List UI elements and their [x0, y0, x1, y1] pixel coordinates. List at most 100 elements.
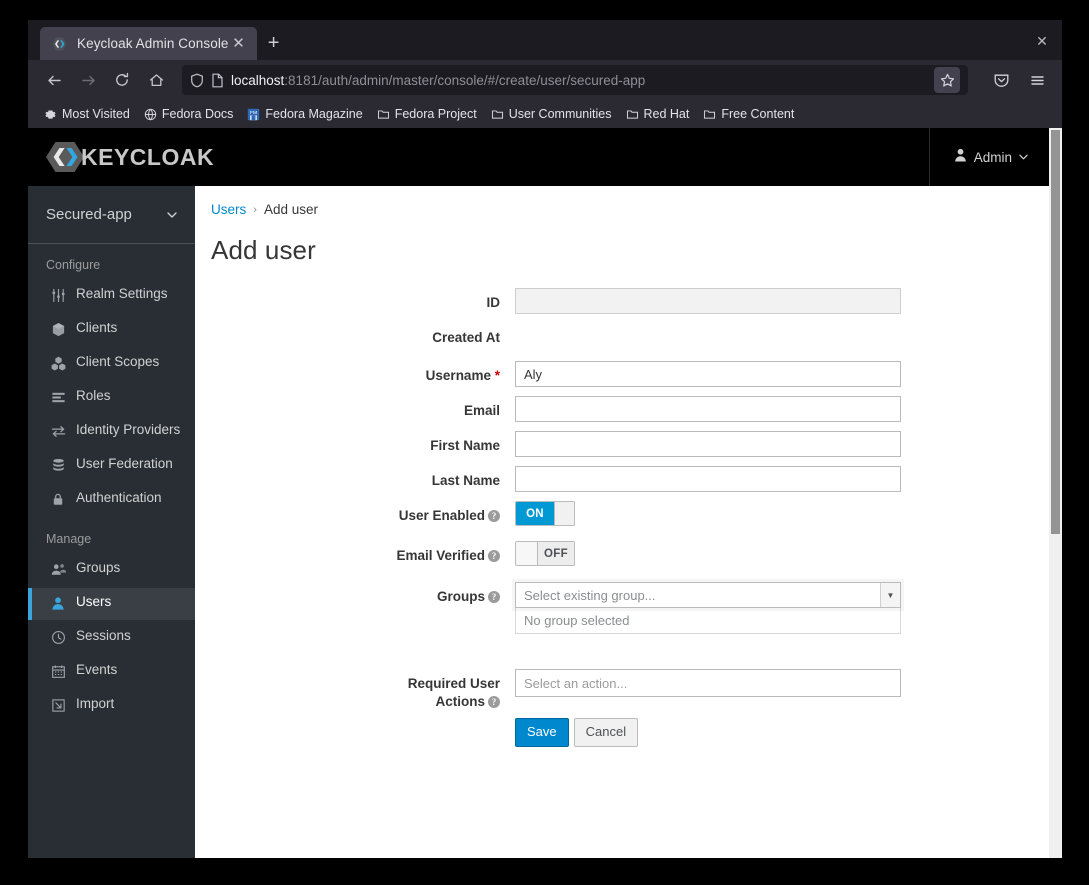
- url-path: :8181/auth/admin/master/console/#/create…: [284, 72, 646, 88]
- sidebar-item-label: Sessions: [76, 628, 131, 643]
- sidebar-section-manage: Manage: [46, 532, 92, 546]
- save-button[interactable]: Save: [515, 718, 569, 747]
- cancel-button[interactable]: Cancel: [573, 718, 639, 747]
- account-menu[interactable]: Admin: [928, 128, 1028, 186]
- globe-icon: [144, 108, 157, 121]
- toggle-knob: [554, 502, 574, 526]
- created-at-value: [515, 323, 901, 345]
- chevron-down-icon: [167, 209, 177, 221]
- breadcrumb: Users › Add user: [195, 186, 1062, 217]
- sidebar-item-label: Users: [76, 594, 112, 609]
- user-enabled-toggle[interactable]: ON: [515, 501, 575, 527]
- keycloak-logo[interactable]: KEYCLOAK: [46, 140, 214, 174]
- bookmark-fedora-docs[interactable]: Fedora Docs: [138, 104, 240, 124]
- bookmark-label: Fedora Magazine: [265, 107, 363, 121]
- forward-icon[interactable]: [72, 65, 104, 95]
- sidebar-item-label: Authentication: [76, 490, 162, 505]
- form-row-created-at: Created At: [195, 323, 1062, 347]
- last-name-field[interactable]: [515, 466, 901, 493]
- browser-tab[interactable]: Keycloak Admin Console ✕: [40, 27, 257, 60]
- breadcrumb-users-link[interactable]: Users: [211, 202, 246, 217]
- add-user-form: ID Created At Username * Aly Email First…: [195, 266, 1062, 747]
- username-field[interactable]: [515, 361, 901, 388]
- groups-select[interactable]: Select existing group... ▼: [515, 582, 901, 609]
- sidebar-item-clients[interactable]: Clients: [28, 314, 195, 346]
- keycloak-favicon-icon: [52, 36, 68, 52]
- id-field[interactable]: [515, 288, 901, 314]
- bookmark-fedora-magazine[interactable]: FM Fedora Magazine: [241, 104, 368, 124]
- id-label: ID: [486, 295, 501, 310]
- email-label: Email: [463, 403, 500, 419]
- folder-icon: [626, 108, 639, 121]
- sidebar-item-realm-settings[interactable]: Realm Settings: [28, 280, 195, 312]
- home-icon[interactable]: [140, 65, 172, 95]
- realm-selector[interactable]: Secured-app: [28, 186, 195, 244]
- bookmark-free-content[interactable]: Free Content: [697, 104, 800, 124]
- sidebar-item-sessions[interactable]: Sessions: [28, 622, 195, 654]
- sidebar-item-users[interactable]: Users: [28, 588, 195, 620]
- groups-empty-message: No group selected: [515, 608, 901, 635]
- required-user-actions-label-line1: Required User: [407, 676, 500, 692]
- first-name-field[interactable]: [515, 431, 901, 458]
- reload-icon[interactable]: [106, 65, 138, 95]
- bookmark-star-icon[interactable]: [934, 67, 960, 93]
- clock-icon: [50, 627, 66, 647]
- form-row-first-name: First Name: [195, 431, 1062, 458]
- groups-control-wrapper: Select existing group... ▼ No group sele…: [515, 582, 901, 635]
- sidebar-item-client-scopes[interactable]: Client Scopes: [28, 348, 195, 380]
- database-icon: [50, 455, 66, 475]
- chevron-down-icon[interactable]: ▼: [880, 583, 900, 608]
- realm-name: Secured-app: [46, 206, 132, 223]
- window-close-icon[interactable]: ✕: [1028, 28, 1056, 54]
- email-field[interactable]: [515, 396, 901, 423]
- folder-icon: [377, 108, 390, 121]
- browser-tab-strip: Keycloak Admin Console ✕ + ✕: [28, 20, 1062, 60]
- sidebar-item-groups[interactable]: Groups: [28, 554, 195, 586]
- bookmark-most-visited[interactable]: Most Visited: [38, 104, 136, 124]
- pocket-icon[interactable]: [986, 66, 1016, 94]
- bookmark-user-communities[interactable]: User Communities: [485, 104, 618, 124]
- email-verified-toggle[interactable]: OFF: [515, 541, 575, 567]
- breadcrumb-separator: ›: [253, 203, 257, 216]
- bookmark-label: Free Content: [721, 107, 795, 121]
- users-icon: [50, 559, 66, 579]
- sidebar-item-label: Identity Providers: [76, 422, 181, 437]
- sidebar-item-events[interactable]: Events: [28, 656, 195, 688]
- form-row-groups: Groups? Select existing group... ▼ No gr…: [195, 582, 1062, 635]
- page-scrollbar[interactable]: [1049, 128, 1062, 858]
- email-verified-label: Email Verified?: [195, 541, 515, 565]
- sidebar-item-roles[interactable]: Roles: [28, 382, 195, 414]
- folder-icon: [703, 108, 716, 121]
- required-user-actions-input[interactable]: [515, 669, 901, 698]
- cubes-icon: [50, 353, 66, 373]
- form-row-last-name: Last Name: [195, 466, 1062, 493]
- url-text: localhost:8181/auth/admin/master/console…: [231, 73, 927, 88]
- user-enabled-label-text: User Enabled: [398, 508, 485, 524]
- help-icon[interactable]: ?: [488, 696, 500, 709]
- username-label: Username *: [195, 361, 515, 385]
- browser-nav-toolbar: localhost:8181/auth/admin/master/console…: [28, 60, 1062, 100]
- help-icon[interactable]: ?: [488, 510, 500, 523]
- back-icon[interactable]: [38, 65, 70, 95]
- bookmark-label: Red Hat: [643, 107, 690, 121]
- bookmark-fedora-project[interactable]: Fedora Project: [371, 104, 483, 124]
- help-icon[interactable]: ?: [488, 550, 500, 563]
- url-bar[interactable]: localhost:8181/auth/admin/master/console…: [182, 65, 968, 95]
- help-icon[interactable]: ?: [488, 591, 500, 604]
- page-scrollbar-thumb[interactable]: [1051, 130, 1060, 534]
- tab-close-icon[interactable]: ✕: [229, 36, 249, 51]
- folder-icon: [491, 108, 504, 121]
- sidebar-item-user-federation[interactable]: User Federation: [28, 450, 195, 482]
- chevron-down-icon: [1019, 152, 1028, 163]
- new-tab-button[interactable]: +: [257, 27, 291, 60]
- sidebar-item-import[interactable]: Import: [28, 690, 195, 722]
- exchange-icon: [50, 421, 66, 441]
- required-marker: *: [494, 368, 500, 384]
- sidebar-item-authentication[interactable]: Authentication: [28, 484, 195, 516]
- browser-tab-title: Keycloak Admin Console: [77, 36, 229, 51]
- sidebar-section-configure: Configure: [46, 258, 101, 272]
- sidebar-item-identity-providers[interactable]: Identity Providers: [28, 416, 195, 448]
- bookmark-red-hat[interactable]: Red Hat: [620, 104, 696, 124]
- toggle-knob: [516, 542, 538, 566]
- hamburger-menu-icon[interactable]: [1022, 66, 1052, 94]
